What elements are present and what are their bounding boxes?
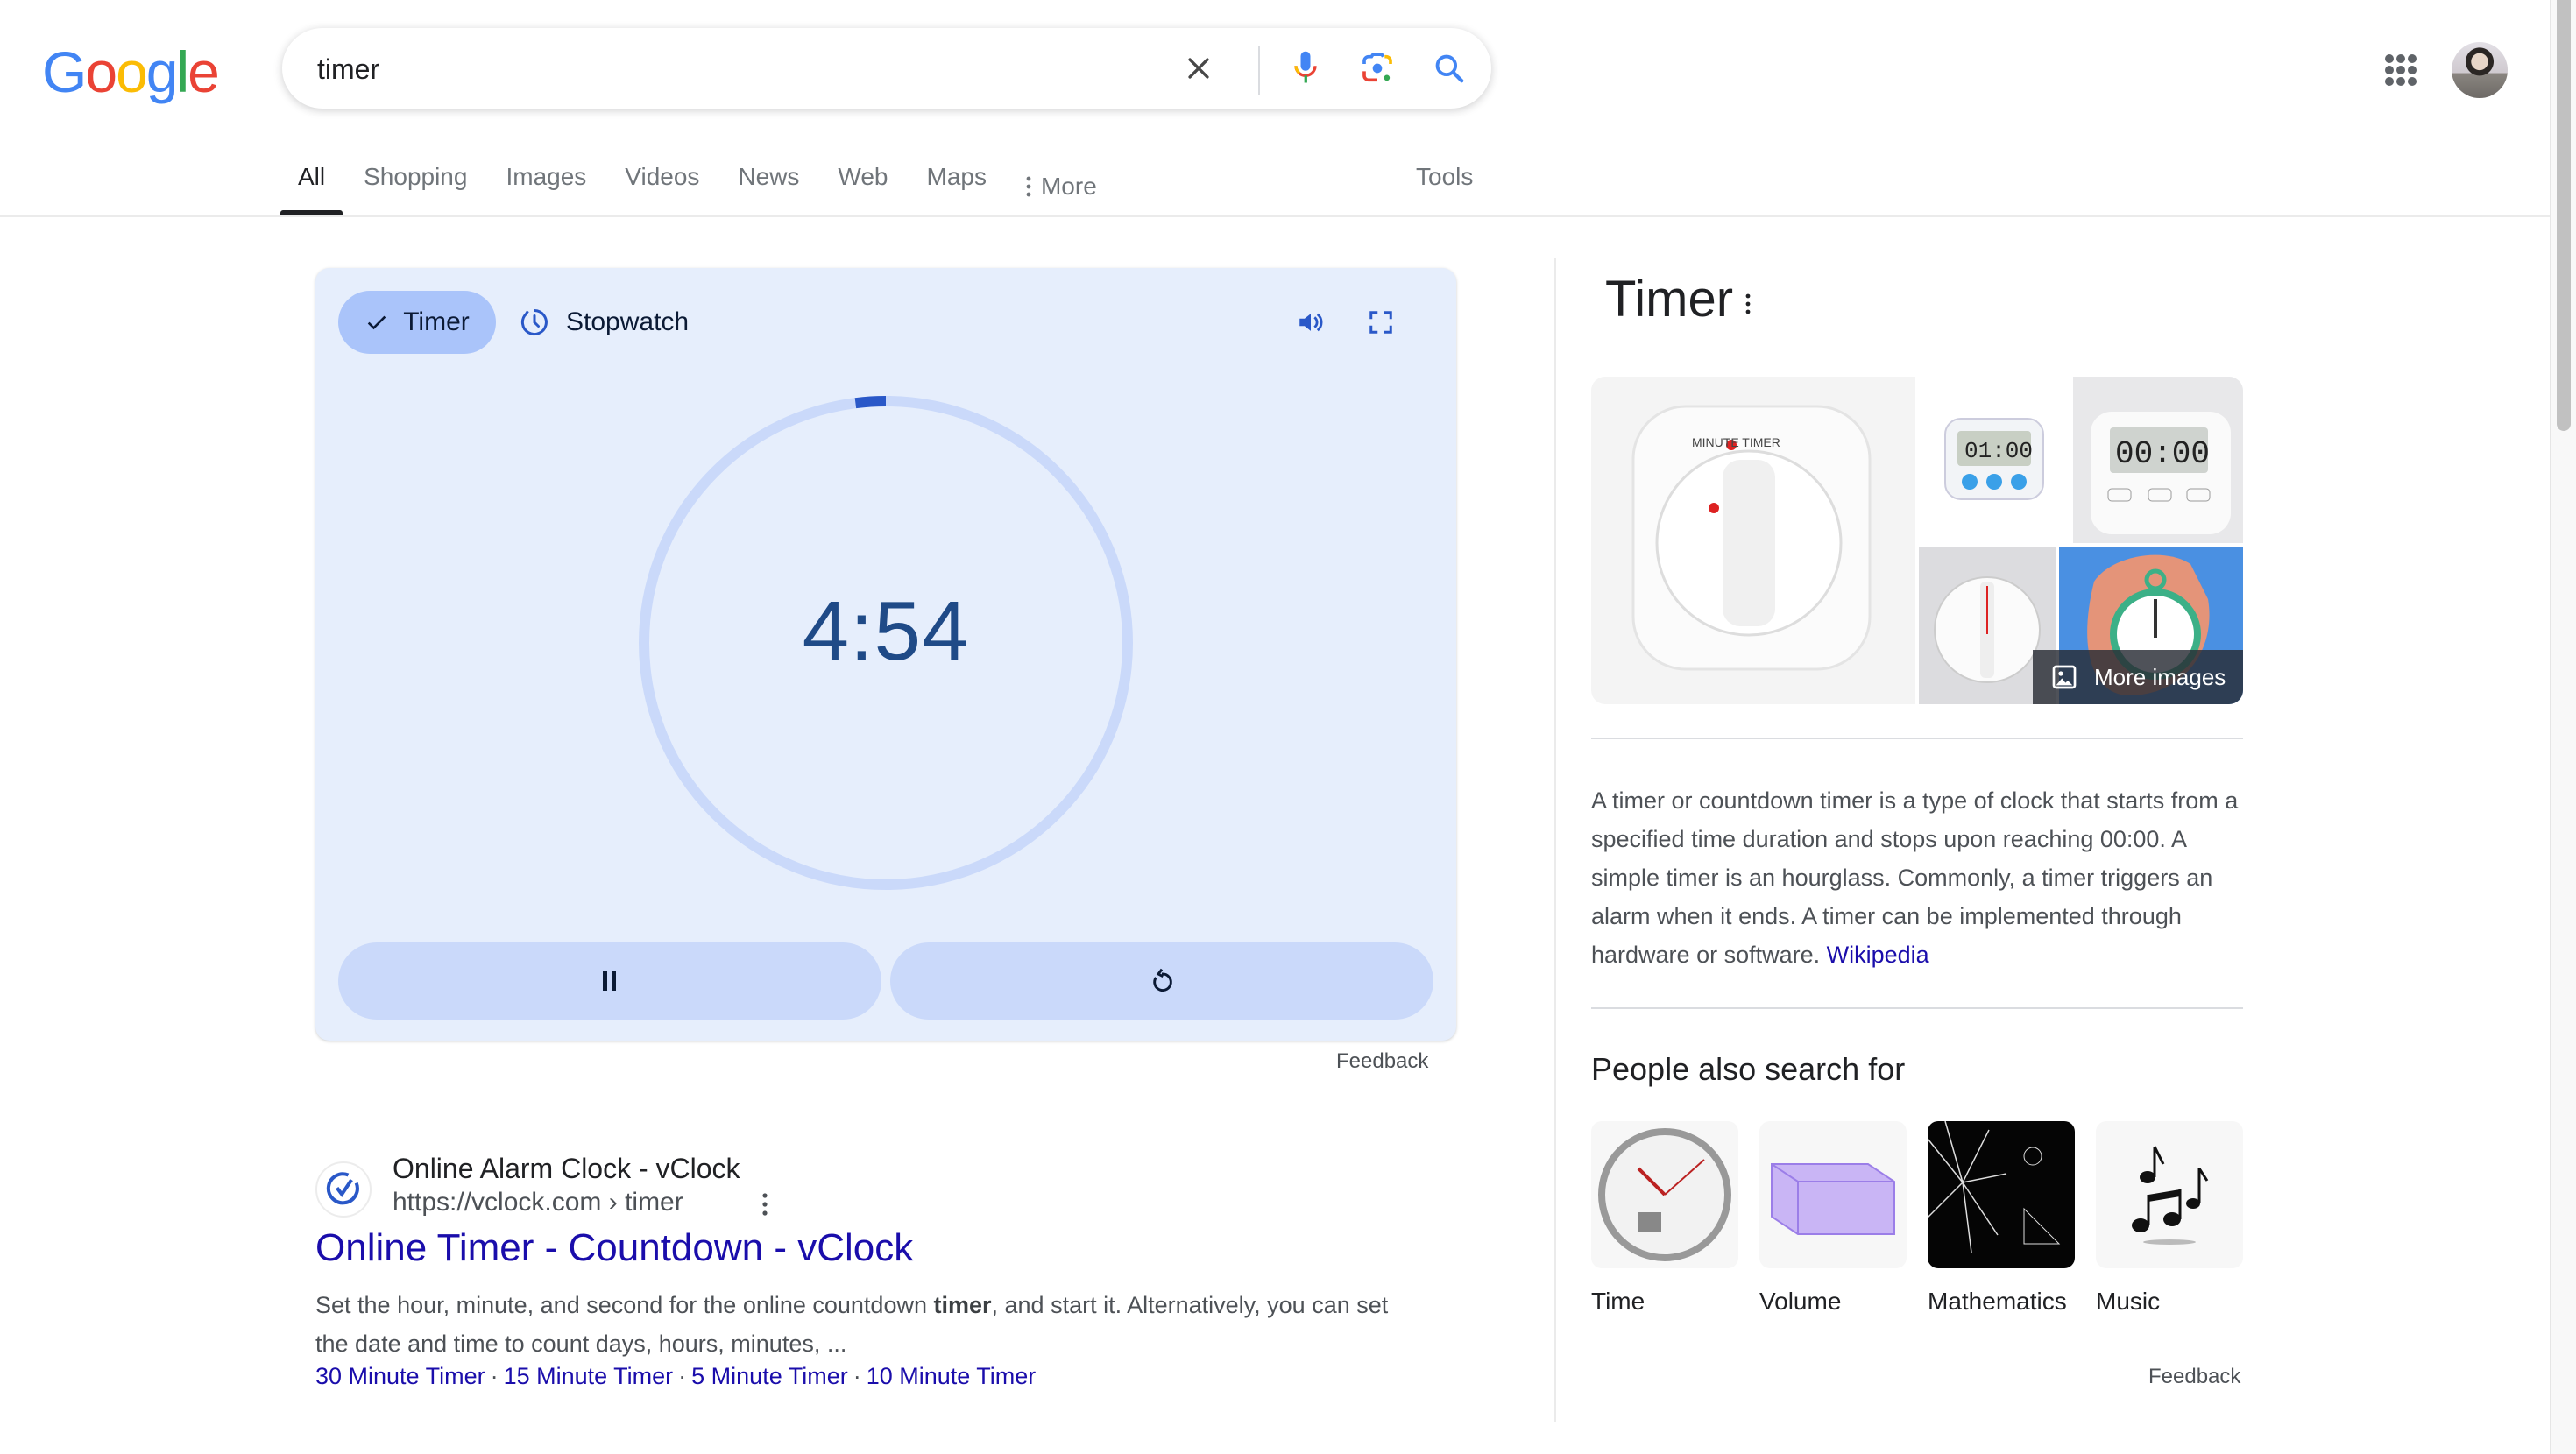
volume-icon[interactable]: [1290, 301, 1332, 343]
result-sitelinks: 30 Minute Timer · 15 Minute Timer · 5 Minute…: [315, 1363, 1036, 1390]
timer-feedback-link[interactable]: Feedback: [1336, 1049, 1428, 1074]
search-tabs: All Shopping Images Videos News Web Maps…: [280, 158, 1136, 215]
tab-web[interactable]: Web: [838, 158, 888, 215]
gallery-image-square-timer[interactable]: 00:00: [2073, 377, 2243, 543]
sitelink[interactable]: 5 Minute Timer: [691, 1363, 848, 1389]
tab-news[interactable]: News: [738, 158, 799, 215]
image-caption: MINUTE TIMER: [1692, 435, 1780, 449]
ring-progress-arc: [854, 396, 887, 409]
gallery-image-farberware[interactable]: MINUTE TIMER: [1591, 377, 1915, 704]
tab-shopping[interactable]: Shopping: [364, 158, 467, 215]
sitelink[interactable]: 30 Minute Timer: [315, 1363, 485, 1389]
search-divider: [1258, 46, 1260, 95]
apps-grid-icon[interactable]: [2385, 54, 2417, 86]
related-item-music[interactable]: Music: [2096, 1121, 2243, 1316]
image-icon: [2052, 665, 2077, 689]
avatar[interactable]: [2452, 42, 2508, 98]
panel-feedback-link[interactable]: Feedback: [2148, 1365, 2240, 1389]
related-label: Time: [1591, 1288, 1645, 1315]
knowledge-description: A timer or countdown timer is a type of …: [1591, 781, 2243, 974]
pause-icon: [603, 971, 616, 991]
stopwatch-mode-label: Stopwatch: [566, 307, 690, 336]
related-image: [1759, 1121, 1907, 1268]
vertical-dots-icon: [1026, 176, 1031, 197]
logo-letter: g: [145, 39, 179, 104]
panel-separator: [1591, 1007, 2243, 1009]
panel-separator: [1591, 738, 2243, 739]
tab-videos[interactable]: Videos: [625, 158, 699, 215]
header-divider: [0, 215, 2550, 217]
timer-mode-tab[interactable]: Timer: [338, 291, 496, 354]
google-logo[interactable]: Google: [42, 39, 220, 105]
digital-display: 00:00: [2115, 436, 2210, 472]
gallery-image-digital-timer[interactable]: 01:00: [1919, 377, 2070, 543]
microphone-icon[interactable]: [1286, 49, 1325, 88]
related-item-volume[interactable]: Volume: [1759, 1121, 1907, 1316]
image-gallery: MINUTE TIMER 01:00 00:00 More images: [1591, 377, 2243, 704]
sitelink-separator: ·: [490, 1363, 499, 1389]
related-image: [2096, 1121, 2243, 1268]
tab-images[interactable]: Images: [506, 158, 586, 215]
clear-icon[interactable]: [1179, 49, 1218, 88]
timer-mode-label: Timer: [403, 307, 470, 336]
more-images-button[interactable]: More images: [2033, 650, 2243, 704]
snippet-text: Set the hour, minute, and second for the…: [315, 1292, 934, 1318]
fullscreen-icon[interactable]: [1360, 301, 1402, 343]
result-snippet: Set the hour, minute, and second for the…: [315, 1286, 1402, 1363]
timer-widget: Timer Stopwatch 4:54: [315, 268, 1456, 1041]
result-title-link[interactable]: Online Timer - Countdown - vClock: [315, 1226, 913, 1270]
snippet-bold: timer: [933, 1292, 992, 1318]
sitelink[interactable]: 15 Minute Timer: [504, 1363, 674, 1389]
tab-maps[interactable]: Maps: [927, 158, 987, 215]
reset-button[interactable]: [890, 942, 1433, 1020]
time-remaining: 4:54: [802, 584, 970, 678]
panel-options-icon[interactable]: [1744, 293, 1752, 320]
related-image: [1928, 1121, 2075, 1268]
panel-divider: [1554, 258, 1556, 1422]
pause-button[interactable]: [338, 942, 881, 1020]
result-site-name[interactable]: Online Alarm Clock - vClock: [393, 1153, 740, 1185]
stopwatch-mode-tab[interactable]: Stopwatch: [519, 291, 689, 354]
vclock-favicon: [315, 1161, 372, 1218]
related-label: Music: [2096, 1288, 2161, 1315]
logo-letter: G: [42, 39, 87, 104]
tools-button[interactable]: Tools: [1416, 158, 1473, 196]
logo-letter: l: [176, 39, 190, 104]
sitelink-separator: ·: [853, 1363, 861, 1389]
related-label: Volume: [1759, 1288, 1842, 1315]
related-item-mathematics[interactable]: Mathematics: [1928, 1121, 2075, 1316]
stopwatch-icon: [520, 309, 548, 335]
result-options-icon[interactable]: [761, 1191, 769, 1222]
sitelink-separator: ·: [678, 1363, 687, 1389]
scrollbar-thumb[interactable]: [2557, 0, 2571, 431]
search-icon[interactable]: [1430, 49, 1468, 88]
tab-more[interactable]: More: [1025, 158, 1097, 215]
people-also-search-heading: People also search for: [1591, 1051, 1906, 1087]
google-lens-icon[interactable]: [1358, 49, 1397, 88]
logo-letter: e: [188, 39, 220, 104]
sitelink[interactable]: 10 Minute Timer: [867, 1363, 1037, 1389]
logo-letter: o: [85, 39, 117, 104]
tab-all[interactable]: All: [280, 158, 343, 215]
digital-display: 01:00: [1964, 438, 2033, 464]
checkmark-icon: [367, 315, 386, 330]
reset-icon: [1153, 968, 1172, 992]
related-label: Mathematics: [1928, 1288, 2067, 1315]
search-input[interactable]: [315, 28, 1108, 110]
logo-letter: o: [116, 39, 148, 104]
tab-more-label: More: [1040, 173, 1097, 200]
related-image: [1591, 1121, 1738, 1268]
search-box: [282, 28, 1491, 110]
wikipedia-link[interactable]: Wikipedia: [1827, 942, 1929, 968]
knowledge-panel-title: Timer: [1605, 271, 1734, 328]
more-images-label: More images: [2094, 663, 2226, 690]
related-item-time[interactable]: Time: [1591, 1121, 1738, 1316]
result-url[interactable]: https://vclock.com › timer: [393, 1188, 683, 1218]
